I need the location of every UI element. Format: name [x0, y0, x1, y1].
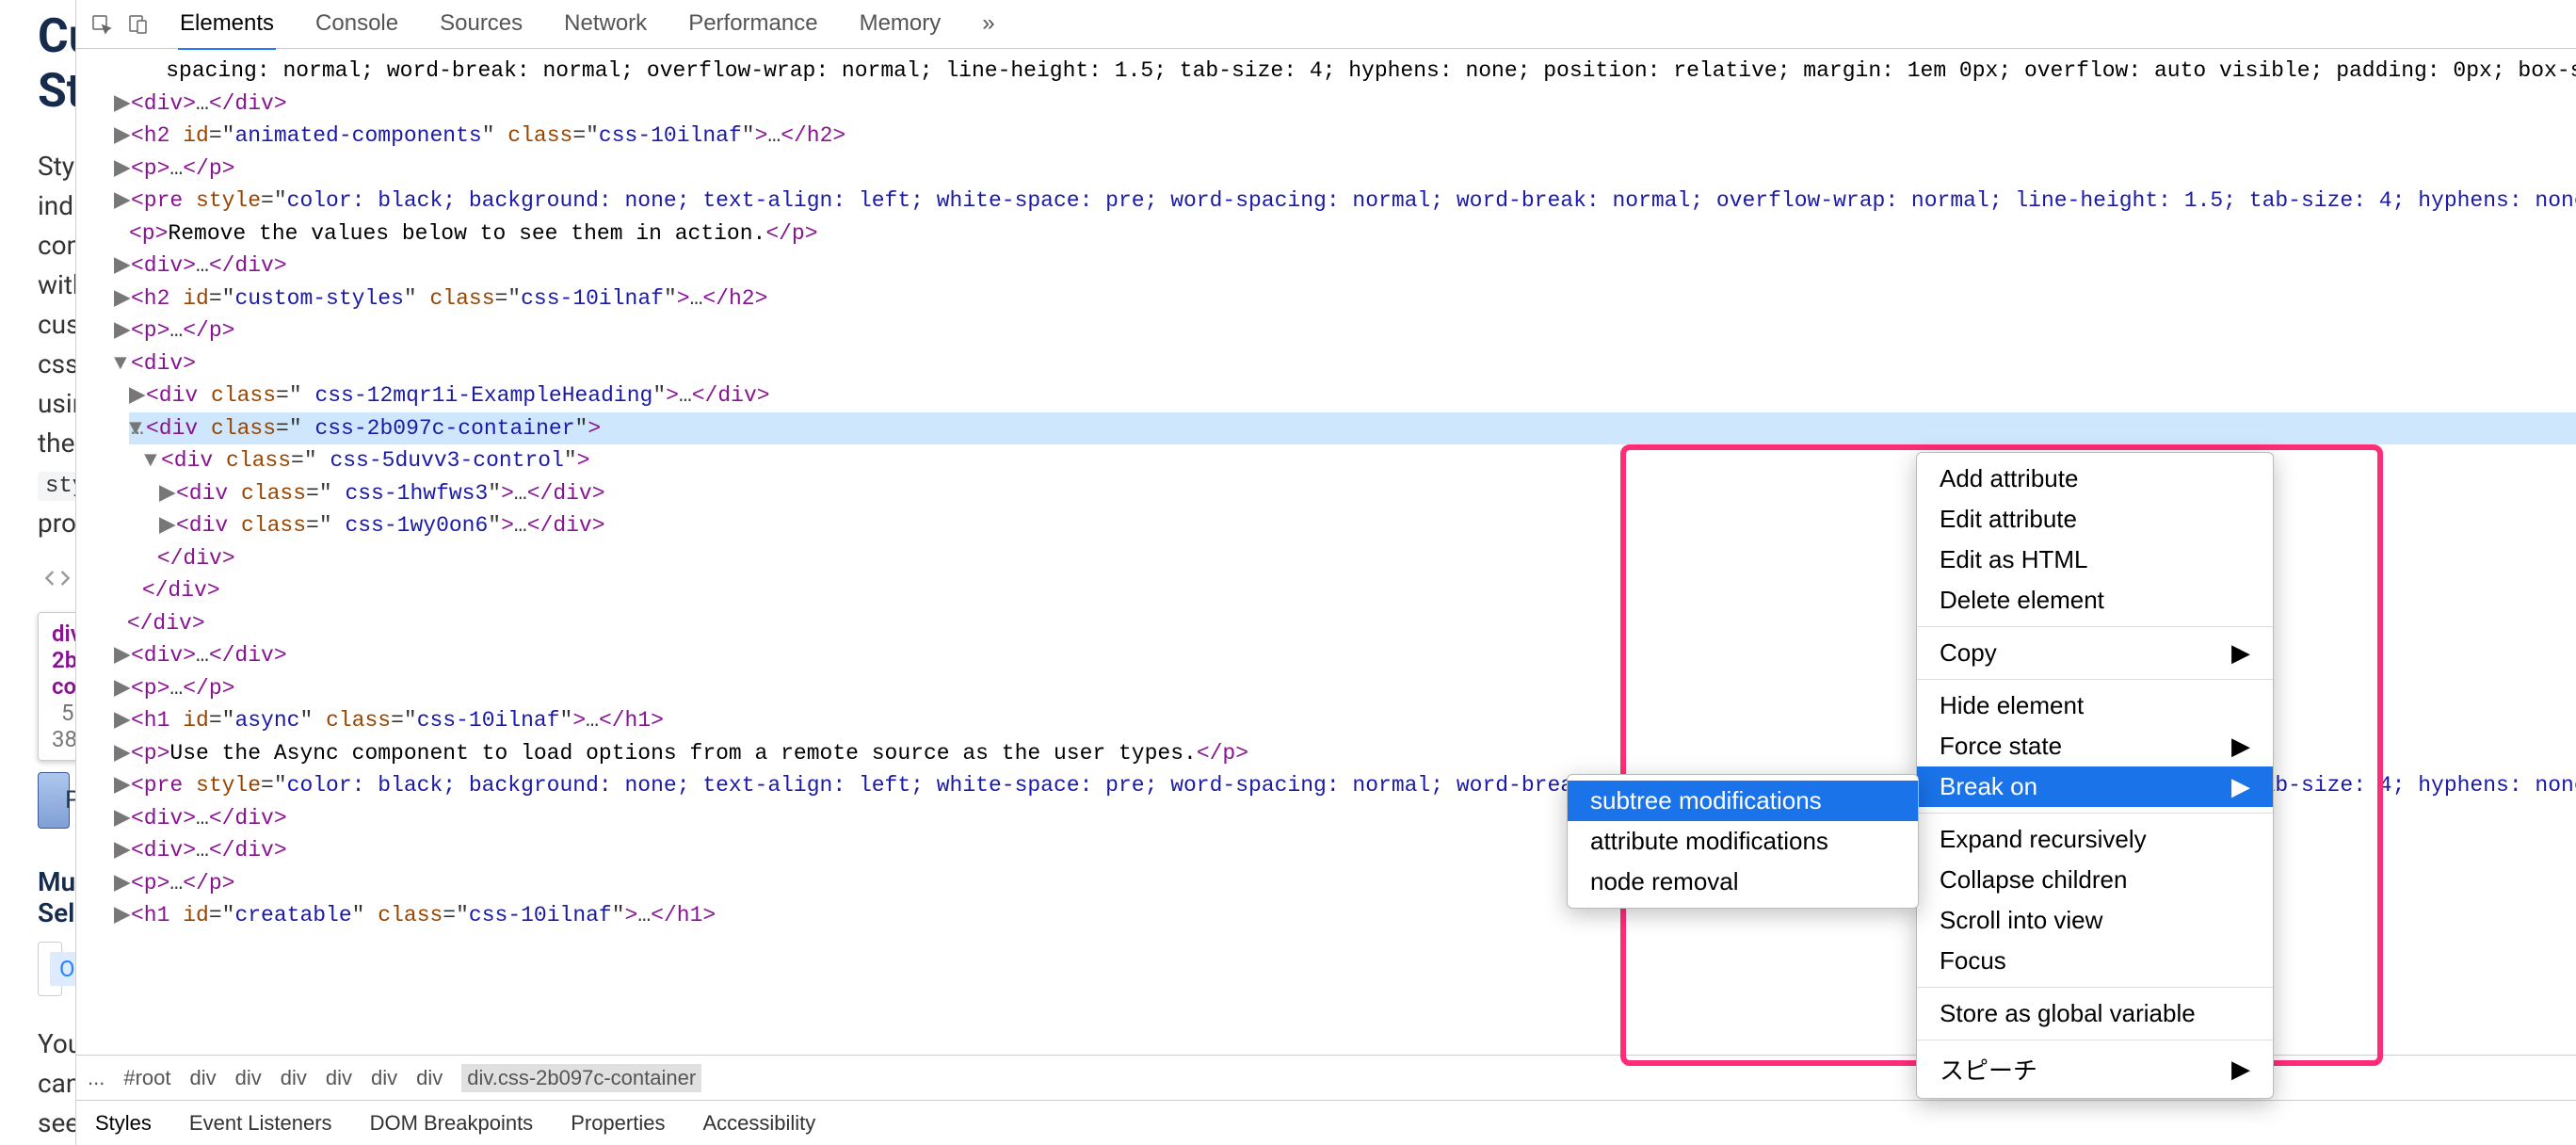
dom-node[interactable]: ▶<pre style="color: black; background: n…: [114, 185, 2576, 218]
context-menu-item-copy[interactable]: Copy▶: [1917, 633, 2273, 673]
context-menu-item-delete-element[interactable]: Delete element: [1917, 580, 2273, 621]
tab-elements[interactable]: Elements: [178, 0, 276, 50]
context-menu-item-edit-attribute[interactable]: Edit attribute: [1917, 499, 2273, 540]
bottom-tab-properties[interactable]: Properties: [571, 1111, 665, 1136]
breadcrumb-item-selected[interactable]: div.css-2b097c-container: [461, 1064, 701, 1092]
context-menu-item-collapse-children[interactable]: Collapse children: [1917, 860, 2273, 900]
tab-performance[interactable]: Performance: [686, 0, 819, 50]
context-menu-item-force-state[interactable]: Force state▶: [1917, 726, 2273, 766]
bottom-tab-styles[interactable]: Styles: [95, 1111, 152, 1136]
breadcrumb-item[interactable]: ...: [88, 1066, 105, 1090]
dom-node[interactable]: ▼<div>: [114, 347, 2576, 380]
code-icon[interactable]: [44, 565, 71, 591]
context-menu-separator: [1917, 626, 2273, 627]
element-inspector-tooltip: div.css-2b097c-container 550 × 38: [38, 612, 75, 761]
context-menu-item-edit-as-html[interactable]: Edit as HTML: [1917, 540, 2273, 580]
context-menu-item-focus[interactable]: Focus: [1917, 941, 2273, 981]
tab-sources[interactable]: Sources: [438, 0, 524, 50]
tooltip-class: div.css-2b097c-container: [52, 621, 75, 700]
dom-node[interactable]: <p>Remove the values below to see them i…: [129, 218, 2576, 250]
tab-memory[interactable]: Memory: [858, 0, 943, 50]
tab-network[interactable]: Network: [562, 0, 649, 50]
breadcrumb-item[interactable]: div: [281, 1066, 307, 1090]
context-menu[interactable]: Add attributeEdit attributeEdit as HTMLD…: [1916, 452, 2274, 1099]
devtools-bottom-tabs: Styles Event Listeners DOM Breakpoints P…: [76, 1100, 2576, 1145]
inspect-element-icon[interactable]: [88, 10, 116, 39]
multi-select[interactable]: Ocean✕ Blue✕ ✕: [38, 942, 62, 996]
context-menu-item-add-attribute[interactable]: Add attribute: [1917, 459, 2273, 499]
breadcrumb-item[interactable]: div: [371, 1066, 397, 1090]
breadcrumb-item[interactable]: div: [235, 1066, 262, 1090]
context-menu-item-store-as-global-variable[interactable]: Store as global variable: [1917, 993, 2273, 1034]
context-menu-item-hide-element[interactable]: Hide element: [1917, 685, 2273, 726]
devtools-toolbar: Elements Console Sources Network Perform…: [76, 0, 2576, 49]
context-menu-item-expand-recursively[interactable]: Expand recursively: [1917, 819, 2273, 860]
breadcrumb-item[interactable]: div: [416, 1066, 443, 1090]
devtools-tabs: Elements Console Sources Network Perform…: [178, 0, 997, 50]
dom-node-selected[interactable]: …▼<div class=" css-2b097c-container">: [129, 412, 2576, 445]
dom-node[interactable]: spacing: normal; word-break: normal; ove…: [114, 55, 2576, 88]
context-submenu-break-on[interactable]: subtree modificationsattribute modificat…: [1567, 774, 1919, 909]
inline-code: styles: [38, 472, 75, 501]
context-menu-separator: [1917, 987, 2273, 988]
device-toggle-icon[interactable]: [123, 10, 152, 39]
bottom-tab-dom-breakpoints[interactable]: DOM Breakpoints: [370, 1111, 534, 1136]
multi-select-heading: Multi Select: [38, 866, 75, 928]
dom-node[interactable]: ▶<h2 id="custom-styles" class="css-10iln…: [114, 282, 2576, 315]
bottom-tab-accessibility[interactable]: Accessibility: [702, 1111, 815, 1136]
breadcrumb-item[interactable]: #root: [123, 1066, 170, 1090]
tab-console[interactable]: Console: [314, 0, 400, 50]
section-heading-style: [38, 562, 44, 593]
context-menu-item-スピーチ[interactable]: スピーチ▶: [1917, 1046, 2273, 1092]
dom-node[interactable]: ▶<p>…</p>: [114, 314, 2576, 347]
context-submenu-item-subtree-modifications[interactable]: subtree modifications: [1568, 781, 1918, 821]
bottom-tab-event-listeners[interactable]: Event Listeners: [189, 1111, 332, 1136]
dom-node[interactable]: ▶<div class=" css-12mqr1i-ExampleHeading…: [129, 379, 2576, 412]
dom-node[interactable]: ▶<p>…</p>: [114, 153, 2576, 185]
context-submenu-item-node-removal[interactable]: node removal: [1568, 862, 1918, 902]
dom-node[interactable]: ▶<h2 id="animated-components" class="css…: [114, 120, 2576, 153]
dom-node[interactable]: ▶<div>…</div>: [114, 250, 2576, 282]
context-menu-item-scroll-into-view[interactable]: Scroll into view: [1917, 900, 2273, 941]
single-select[interactable]: Purple: [38, 772, 70, 829]
context-menu-item-break-on[interactable]: Break on▶: [1917, 766, 2273, 807]
single-select-value: Purple: [65, 786, 75, 814]
dom-node[interactable]: ▶<div>…</div>: [114, 88, 2576, 121]
documentation-pane: Custom Styles Style individual component…: [0, 0, 75, 1145]
breadcrumb-item[interactable]: div: [326, 1066, 352, 1090]
breadcrumb-item[interactable]: div: [190, 1066, 217, 1090]
tag-ocean[interactable]: Ocean✕: [50, 952, 75, 986]
context-menu-separator: [1917, 679, 2273, 680]
context-menu-separator: [1917, 813, 2273, 814]
tooltip-dimensions: 550 × 38: [52, 700, 75, 752]
context-submenu-item-attribute-modifications[interactable]: attribute modifications: [1568, 821, 1918, 862]
tab-more[interactable]: »: [980, 0, 996, 50]
